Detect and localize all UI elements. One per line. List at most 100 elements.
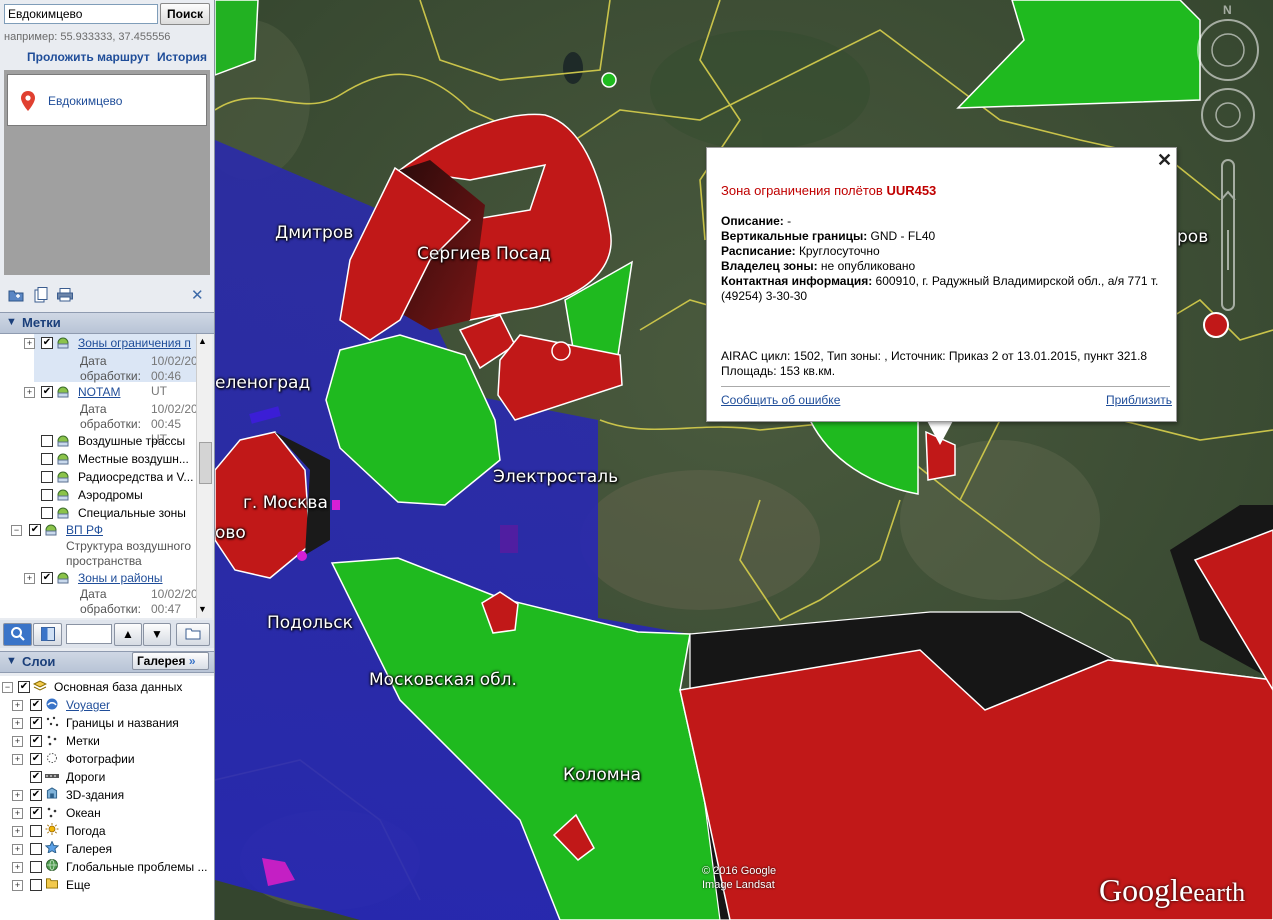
photos-icon bbox=[47, 753, 57, 763]
checkbox[interactable]: ✔ bbox=[41, 337, 53, 349]
slider-field[interactable] bbox=[66, 624, 112, 644]
checkbox[interactable]: ✔ bbox=[30, 735, 42, 747]
expand-toggle[interactable]: + bbox=[12, 808, 23, 819]
network-link-icon bbox=[57, 489, 69, 501]
expand-toggle[interactable]: + bbox=[24, 338, 35, 349]
places-tree: + ✔ Зоны ограничения п Дата обработки: 1… bbox=[0, 334, 196, 618]
place-label: Сергиев Посад bbox=[417, 244, 551, 264]
expand-toggle[interactable]: + bbox=[24, 573, 35, 584]
zoom-in-link[interactable]: Приблизить bbox=[1106, 393, 1172, 407]
places-scrollbar[interactable]: ▲ ▼ bbox=[196, 334, 212, 618]
checkbox[interactable]: ✔ bbox=[30, 789, 42, 801]
places-nav-bar: ▲ ▼ bbox=[0, 620, 214, 648]
dots-icon bbox=[47, 735, 57, 746]
search-result-label: Евдокимцево bbox=[48, 94, 123, 108]
search-button[interactable]: Поиск bbox=[160, 3, 210, 25]
checkbox[interactable]: ✔ bbox=[18, 681, 30, 693]
copy-icon[interactable] bbox=[33, 287, 49, 303]
panel-mode-button[interactable] bbox=[33, 623, 62, 646]
layers-tree: − ✔ Основная база данных + ✔ Voyager + ✔… bbox=[0, 676, 214, 920]
checkbox[interactable]: ✔ bbox=[29, 524, 41, 536]
expand-toggle[interactable]: + bbox=[12, 790, 23, 801]
expand-toggle[interactable]: + bbox=[12, 826, 23, 837]
collapse-toggle[interactable]: − bbox=[11, 525, 22, 536]
expand-toggle[interactable]: + bbox=[12, 754, 23, 765]
checkbox[interactable] bbox=[41, 489, 53, 501]
checkbox[interactable] bbox=[30, 861, 42, 873]
place-label: Подольск bbox=[267, 613, 353, 633]
move-up-button[interactable]: ▲ bbox=[114, 623, 142, 646]
report-error-link[interactable]: Сообщить об ошибке bbox=[721, 393, 840, 407]
checkbox[interactable] bbox=[41, 471, 53, 483]
expand-toggle[interactable]: + bbox=[24, 387, 35, 398]
search-input[interactable] bbox=[4, 4, 158, 24]
gallery-button[interactable]: Галерея » bbox=[132, 652, 209, 670]
checkbox[interactable] bbox=[30, 825, 42, 837]
search-results: Евдокимцево bbox=[4, 70, 210, 275]
zone-magenta bbox=[297, 551, 307, 561]
move-down-button[interactable]: ▼ bbox=[143, 623, 171, 646]
search-hint: например: 55.933333, 37.455556 bbox=[4, 31, 171, 43]
checkbox[interactable]: ✔ bbox=[30, 699, 42, 711]
network-link-icon bbox=[57, 471, 69, 483]
route-link[interactable]: Проложить маршрут bbox=[27, 50, 150, 64]
checkbox[interactable]: ✔ bbox=[41, 386, 53, 398]
checkbox[interactable]: ✔ bbox=[30, 753, 42, 765]
map-overlays bbox=[215, 0, 1273, 920]
checkbox[interactable] bbox=[30, 879, 42, 891]
network-link-icon bbox=[57, 572, 69, 584]
collapse-arrow-icon: ▼ bbox=[6, 655, 17, 667]
checkbox[interactable]: ✔ bbox=[30, 771, 42, 783]
tree-item-restricted-zones[interactable]: + ✔ Зоны ограничения п bbox=[0, 334, 196, 352]
checkbox[interactable]: ✔ bbox=[41, 572, 53, 584]
collapse-toggle[interactable]: − bbox=[2, 682, 13, 693]
sidebar: Поиск например: 55.933333, 37.455556 Про… bbox=[0, 0, 215, 920]
close-icon[interactable]: ✕ bbox=[191, 286, 204, 304]
checkbox[interactable] bbox=[41, 435, 53, 447]
place-label: еленоград bbox=[215, 373, 311, 393]
place-label: Дмитров bbox=[275, 223, 354, 243]
checkbox[interactable]: ✔ bbox=[30, 717, 42, 729]
expand-toggle[interactable]: + bbox=[12, 844, 23, 855]
expand-toggle[interactable]: + bbox=[12, 880, 23, 891]
places-header[interactable]: ▼ Метки bbox=[0, 312, 214, 334]
description-line: Описание: - bbox=[721, 214, 792, 228]
scroll-up-icon[interactable]: ▲ bbox=[198, 336, 207, 346]
scroll-down-icon[interactable]: ▼ bbox=[198, 604, 207, 614]
expand-toggle[interactable]: + bbox=[12, 700, 23, 711]
search-mode-button[interactable] bbox=[3, 623, 32, 646]
globe-icon bbox=[46, 859, 58, 871]
print-icon[interactable] bbox=[57, 287, 73, 303]
folder-icon bbox=[185, 628, 201, 640]
voyager-icon bbox=[46, 698, 58, 710]
search-result-item[interactable]: Евдокимцево bbox=[7, 74, 207, 126]
close-icon[interactable]: ✕ bbox=[1157, 150, 1172, 171]
expand-toggle[interactable]: + bbox=[12, 862, 23, 873]
schedule-line: Расписание: Круглосуточно bbox=[721, 244, 880, 258]
move-ring bbox=[1201, 88, 1255, 142]
folder-button[interactable] bbox=[176, 623, 210, 646]
map-pin-icon bbox=[21, 91, 35, 111]
borders-icon bbox=[46, 716, 59, 727]
places-toolbar bbox=[0, 284, 214, 306]
ocean-icon bbox=[47, 807, 57, 818]
expand-toggle[interactable]: + bbox=[12, 736, 23, 747]
network-link-icon bbox=[57, 453, 69, 465]
navigation-controls[interactable]: N bbox=[1192, 0, 1272, 420]
add-folder-icon[interactable] bbox=[8, 287, 24, 303]
scroll-thumb[interactable] bbox=[199, 442, 212, 484]
place-label: Коломна bbox=[563, 765, 642, 785]
star-icon bbox=[45, 841, 59, 853]
zone-red-small bbox=[551, 341, 571, 361]
road-icon bbox=[45, 774, 59, 778]
checkbox[interactable] bbox=[41, 507, 53, 519]
area-line: Площадь: 153 кв.км. bbox=[721, 364, 836, 378]
database-icon bbox=[33, 680, 47, 691]
checkbox[interactable] bbox=[41, 453, 53, 465]
expand-toggle[interactable]: + bbox=[12, 718, 23, 729]
checkbox[interactable] bbox=[30, 843, 42, 855]
checkbox[interactable]: ✔ bbox=[30, 807, 42, 819]
map-view[interactable]: Дмитров Сергиев Посад еленоград г. Москв… bbox=[215, 0, 1273, 920]
airac-line: AIRAC цикл: 1502, Тип зоны: , Источник: … bbox=[721, 349, 1148, 363]
history-link[interactable]: История bbox=[157, 50, 207, 64]
